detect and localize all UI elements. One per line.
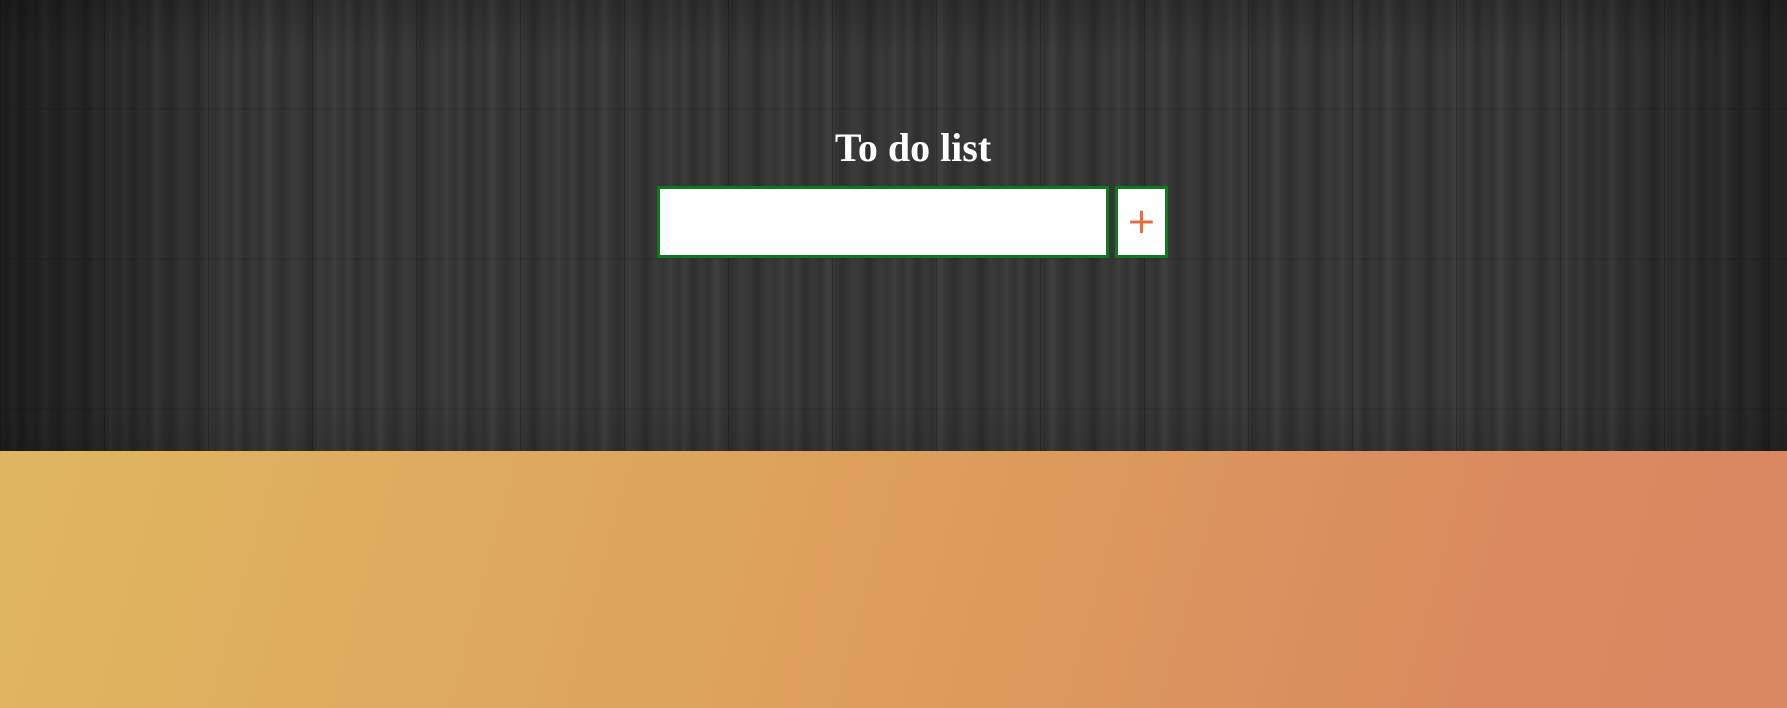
page-header: To do list +	[0, 0, 1787, 451]
add-todo-button[interactable]: +	[1115, 186, 1168, 258]
todo-input[interactable]	[657, 186, 1109, 258]
plus-icon: +	[1126, 201, 1157, 242]
page-title: To do list	[834, 125, 992, 170]
